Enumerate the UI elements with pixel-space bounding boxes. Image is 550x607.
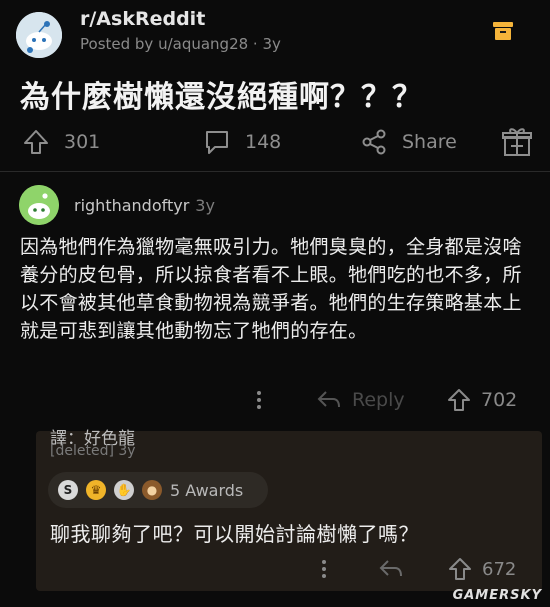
post-share-action[interactable]: Share [360, 128, 457, 156]
save-bookmark-icon[interactable] [491, 20, 515, 42]
post-divider [0, 171, 550, 172]
post-vote-count: 301 [64, 131, 101, 153]
gold-crown-award-icon: ♛ [86, 480, 106, 500]
comment-bubble-icon[interactable] [203, 128, 231, 156]
reply-label: Reply [352, 389, 405, 411]
reply-action[interactable]: Reply [316, 388, 405, 412]
comment-vote-count: 702 [481, 389, 518, 411]
reply-vote-count: 672 [482, 558, 517, 580]
awards-pill[interactable]: S ♛ ✋ ● 5 Awards [48, 472, 268, 508]
share-icon[interactable] [360, 128, 388, 156]
subreddit-avatar[interactable] [16, 12, 62, 58]
comment-action-row: Reply 702 [0, 384, 550, 418]
reply-upvote-action[interactable]: 672 [448, 556, 516, 582]
more-options-icon[interactable] [317, 557, 331, 581]
posted-by-meta: Posted by u/aquang28 · 3y [80, 35, 281, 53]
upvote-arrow-icon[interactable] [22, 128, 50, 156]
reply-author: [deleted] 3y [50, 443, 136, 459]
upvote-arrow-icon[interactable] [448, 556, 472, 582]
reply-body: 聊我聊夠了吧？可以開始討論樹懶了嗎？ [50, 522, 419, 546]
silver-award-icon: S [58, 480, 78, 500]
awards-count-label: 5 Awards [170, 480, 244, 500]
commenter-avatar[interactable] [19, 185, 59, 225]
poop-award-icon: ● [142, 480, 162, 500]
reply-arrow-icon[interactable] [378, 557, 404, 581]
upvote-arrow-icon[interactable] [447, 387, 471, 413]
comment-author[interactable]: righthandoftyr [74, 196, 189, 215]
post-comment-count: 148 [245, 131, 282, 153]
reply-action-row: 672 [0, 555, 550, 585]
comment-age: 3y [195, 196, 215, 215]
subreddit-name[interactable]: r/AskReddit [80, 8, 205, 30]
hands-award-icon: ✋ [114, 480, 134, 500]
comment-body: 因為牠們作為獵物毫無吸引力。牠們臭臭的，全身都是沒啥養分的皮包骨，所以掠食者看不… [20, 236, 522, 342]
reply-arrow-icon[interactable] [316, 388, 342, 412]
give-award-icon[interactable] [502, 126, 532, 158]
share-label: Share [402, 131, 457, 153]
more-options-icon[interactable] [252, 388, 266, 412]
post-comments-action[interactable]: 148 [203, 128, 281, 156]
post-title[interactable]: 為什麼樹懶還沒絕種啊？？？ [20, 72, 423, 116]
comment-upvote-action[interactable]: 702 [447, 387, 517, 413]
post-upvote-action[interactable]: 301 [22, 128, 100, 156]
watermark: GAMERSKY [452, 588, 542, 603]
comment-author-line[interactable]: righthandoftyr 3y [74, 196, 215, 215]
